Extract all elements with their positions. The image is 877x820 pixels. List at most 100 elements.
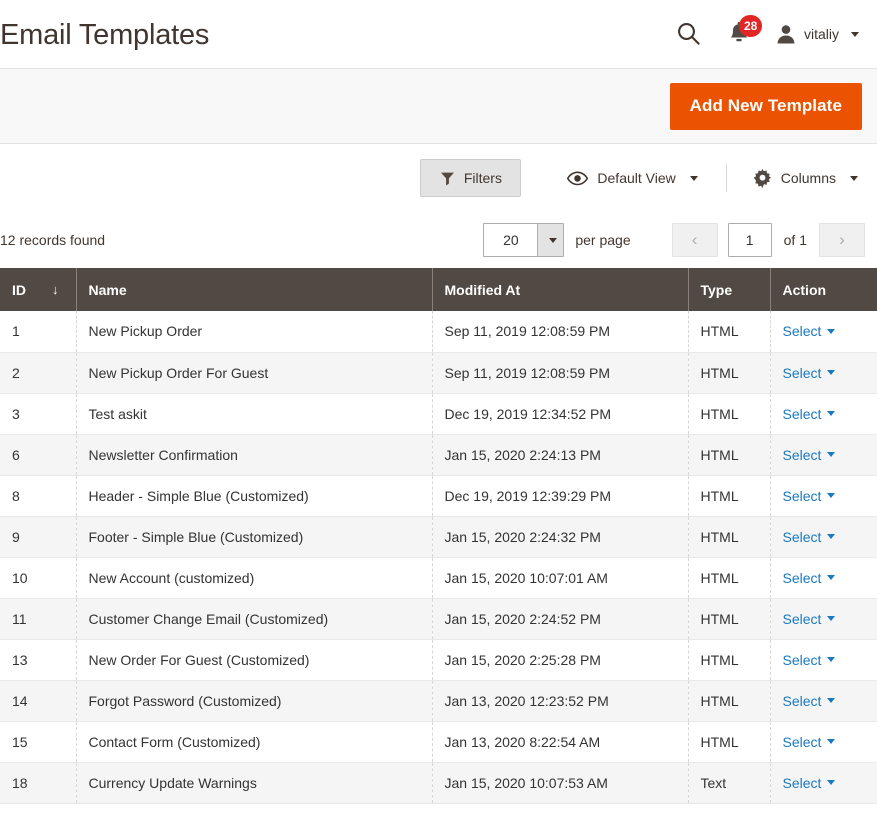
total-pages-label: of 1 xyxy=(783,232,807,248)
row-action-select[interactable]: Select xyxy=(783,488,836,504)
column-header-name[interactable]: Name xyxy=(76,268,433,311)
cell-type: HTML xyxy=(688,639,771,681)
search-icon xyxy=(676,21,702,47)
user-avatar-icon xyxy=(775,23,797,45)
next-page-button[interactable]: › xyxy=(819,223,865,257)
columns-control[interactable]: Columns xyxy=(749,159,862,197)
header-actions: 28 vitaliy xyxy=(667,12,863,56)
cell-action: Select xyxy=(770,434,877,476)
sort-descending-icon: ↓ xyxy=(52,282,59,297)
table-row[interactable]: 11 Customer Change Email (Customized) Jan … xyxy=(0,598,877,640)
column-header-id-label: ID xyxy=(12,281,26,298)
filters-button[interactable]: Filters xyxy=(420,159,522,197)
table-row[interactable]: 15 Contact Form (Customized) Jan 13, 2020 … xyxy=(0,721,877,763)
cell-action: Select xyxy=(770,598,877,640)
cell-id: 15 xyxy=(0,721,77,763)
cell-type: Text xyxy=(688,762,771,804)
column-header-type[interactable]: Type xyxy=(688,268,771,311)
table-row[interactable]: 13 New Order For Guest (Customized) Jan 15… xyxy=(0,639,877,681)
table-row[interactable]: 3 Test askit Dec 19, 2019 12:34:52 PM HTML S… xyxy=(0,393,877,435)
cell-modified-at: Jan 13, 2020 12:23:52 PM xyxy=(432,680,689,722)
funnel-icon xyxy=(440,171,455,186)
cell-action: Select xyxy=(770,721,877,763)
per-page-value: 20 xyxy=(503,232,519,248)
row-action-select[interactable]: Select xyxy=(783,693,836,709)
chevron-down-icon xyxy=(827,452,836,457)
row-action-select[interactable]: Select xyxy=(783,323,836,339)
cell-action: Select xyxy=(770,557,877,599)
column-header-id[interactable]: ID ↓ xyxy=(0,268,77,311)
per-page-label: per page xyxy=(575,232,631,248)
cell-name: Forgot Password (Customized) xyxy=(76,680,433,722)
row-action-label: Select xyxy=(782,733,822,750)
table-row[interactable]: 14 Forgot Password (Customized) Jan 13, 20… xyxy=(0,680,877,722)
cell-id: 3 xyxy=(0,393,77,435)
row-action-label: Select xyxy=(782,651,822,668)
paging-controls: 20 per page ‹ of 1 › xyxy=(483,223,865,257)
cell-type: HTML xyxy=(688,393,771,435)
cell-name: Customer Change Email (Customized) xyxy=(76,598,433,640)
cell-name: Newsletter Confirmation xyxy=(76,434,433,476)
chevron-down-icon xyxy=(827,575,836,580)
row-action-select[interactable]: Select xyxy=(783,447,836,463)
row-action-label: Select xyxy=(782,405,822,422)
notifications-button[interactable]: 28 xyxy=(711,12,767,56)
table-header: ID ↓ Name Modified At Type Action xyxy=(0,268,877,311)
cell-modified-at: Jan 15, 2020 10:07:53 AM xyxy=(432,762,689,804)
cell-modified-at: Sep 11, 2019 12:08:59 PM xyxy=(432,311,689,353)
table-row[interactable]: 2 New Pickup Order For Guest Sep 11, 2019 … xyxy=(0,352,877,394)
cell-modified-at: Jan 15, 2020 2:24:13 PM xyxy=(432,434,689,476)
row-action-label: Select xyxy=(782,487,822,504)
view-bookmarks-control[interactable]: Default View xyxy=(563,159,701,197)
search-button[interactable] xyxy=(667,12,711,56)
cell-modified-at: Dec 19, 2019 12:34:52 PM xyxy=(432,393,689,435)
row-action-select[interactable]: Select xyxy=(783,529,836,545)
cell-name: New Pickup Order For Guest xyxy=(76,352,433,394)
table-row[interactable]: 1 New Pickup Order Sep 11, 2019 12:08:59 P… xyxy=(0,311,877,353)
paging-row: 12 records found 20 per page ‹ of 1 › xyxy=(0,212,877,268)
cell-type: HTML xyxy=(688,557,771,599)
cell-name: New Pickup Order xyxy=(76,311,433,353)
table-row[interactable]: 6 Newsletter Confirmation Jan 15, 2020 2:2… xyxy=(0,434,877,476)
column-header-modified-at[interactable]: Modified At xyxy=(432,268,689,311)
row-action-select[interactable]: Select xyxy=(783,365,836,381)
row-action-select[interactable]: Select xyxy=(783,775,836,791)
row-action-select[interactable]: Select xyxy=(783,406,836,422)
cell-name: New Order For Guest (Customized) xyxy=(76,639,433,681)
cell-action: Select xyxy=(770,639,877,681)
cell-action: Select xyxy=(770,352,877,394)
row-action-select[interactable]: Select xyxy=(783,611,836,627)
eye-icon xyxy=(567,170,589,186)
cell-id: 13 xyxy=(0,639,77,681)
cell-type: HTML xyxy=(688,680,771,722)
page-actions-bar: Add New Template xyxy=(0,68,877,144)
per-page-select[interactable]: 20 xyxy=(483,223,565,257)
cell-action: Select xyxy=(770,680,877,722)
cell-id: 9 xyxy=(0,516,77,558)
previous-page-button[interactable]: ‹ xyxy=(671,223,718,257)
table-row[interactable]: 9 Footer - Simple Blue (Customized) Jan 15… xyxy=(0,516,877,558)
row-action-select[interactable]: Select xyxy=(783,734,836,750)
cell-name: Currency Update Warnings xyxy=(76,762,433,804)
table-row[interactable]: 18 Currency Update Warnings Jan 15, 2020 1… xyxy=(0,762,877,804)
cell-action: Select xyxy=(770,311,877,353)
cell-id: 8 xyxy=(0,475,77,517)
columns-label: Columns xyxy=(780,170,836,186)
gear-icon xyxy=(753,168,772,188)
row-action-label: Select xyxy=(782,528,822,545)
chevron-down-icon xyxy=(850,175,858,181)
table-row[interactable]: 10 New Account (customized) Jan 15, 2020 1… xyxy=(0,557,877,599)
table-row[interactable]: 8 Header - Simple Blue (Customized) Dec 19… xyxy=(0,475,877,517)
row-action-label: Select xyxy=(782,774,822,791)
row-action-select[interactable]: Select xyxy=(783,652,836,668)
cell-action: Select xyxy=(770,762,877,804)
cell-name: Footer - Simple Blue (Customized) xyxy=(76,516,433,558)
page-title: Email Templates xyxy=(0,18,210,51)
filters-label: Filters xyxy=(463,170,502,186)
row-action-select[interactable]: Select xyxy=(783,570,836,586)
page-number-input[interactable] xyxy=(727,223,772,257)
cell-id: 6 xyxy=(0,434,77,476)
chevron-down-icon xyxy=(827,698,836,703)
user-menu-button[interactable]: vitaliy xyxy=(767,12,859,56)
add-new-template-button[interactable]: Add New Template xyxy=(669,82,862,130)
